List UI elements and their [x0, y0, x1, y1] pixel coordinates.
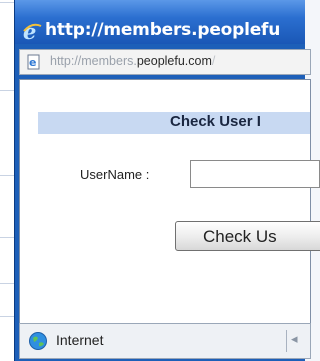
username-input[interactable] — [190, 160, 320, 188]
title-bar[interactable]: e http://members.peoplefu — [15, 0, 305, 44]
address-domain: peoplefu.com — [136, 54, 212, 68]
background-divider — [0, 283, 14, 284]
popup-window: e http://members.peoplefu e http://membe… — [14, 0, 320, 361]
arrow-left-icon: ◂ — [291, 332, 298, 347]
window-title: http://members.peoplefu — [45, 20, 281, 40]
background-divider — [0, 90, 14, 91]
zone-label: Internet — [56, 332, 104, 348]
address-url: http://members.peoplefu.com/ — [50, 54, 215, 68]
background-page — [0, 0, 14, 361]
background-divider — [0, 175, 14, 176]
status-divider — [286, 330, 287, 352]
svg-text:e: e — [29, 56, 36, 69]
page-icon: e — [27, 54, 40, 70]
background-divider — [0, 237, 14, 238]
address-bar[interactable]: e http://members.peoplefu.com/ — [19, 49, 311, 75]
globe-icon — [29, 332, 47, 350]
address-prefix: http://members. — [50, 54, 137, 68]
background-divider — [0, 316, 14, 317]
page-content: Check User I UserName : Check Us — [19, 79, 320, 325]
address-tail: / — [211, 54, 216, 68]
ie-logo-icon: e — [23, 20, 42, 42]
username-label: UserName : — [80, 167, 150, 182]
check-username-button[interactable]: Check Us — [175, 221, 320, 251]
form-header-bar: Check User I — [38, 112, 310, 134]
status-bar: Internet ◂ — [19, 323, 311, 359]
background-divider — [0, 2, 14, 3]
form-heading: Check User I — [170, 113, 261, 130]
